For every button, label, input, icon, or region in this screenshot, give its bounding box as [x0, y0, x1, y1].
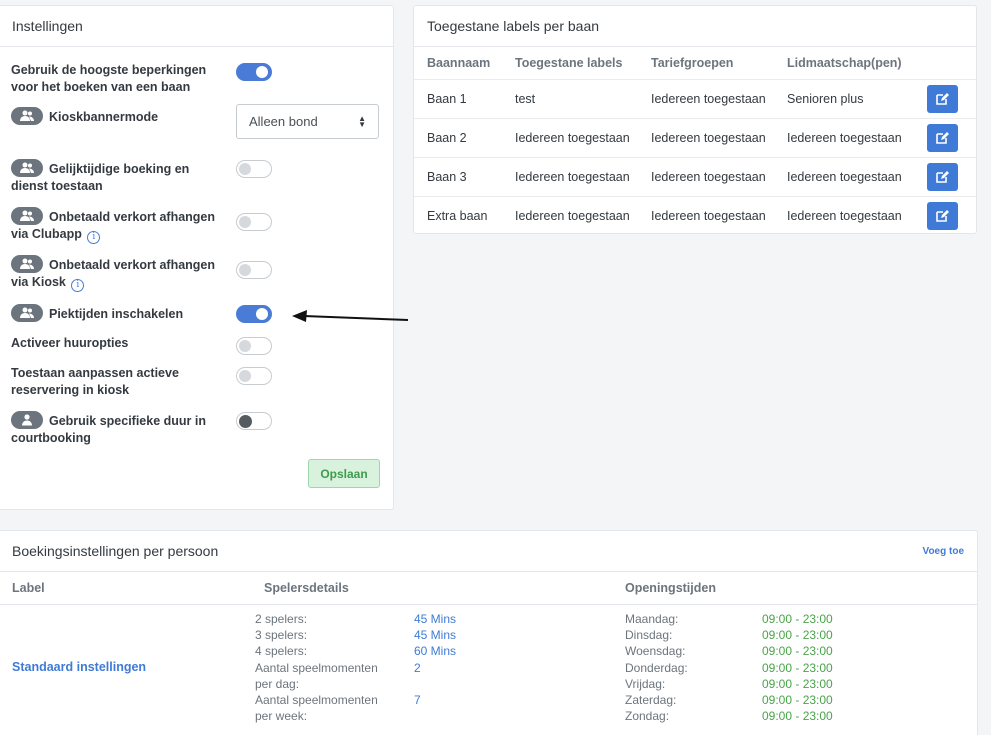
col-header: Openingstijden	[625, 581, 716, 595]
users-icon	[11, 207, 43, 225]
table-cell: Iedereen toegestaan	[638, 156, 774, 196]
table-row: Extra baan Iedereen toegestaan Iedereen …	[414, 195, 976, 235]
col-header: Lidmaatschap(pen)	[787, 55, 902, 70]
bookings-table-header: Label Spelersdetails Openingstijden	[0, 572, 977, 605]
edit-button[interactable]	[927, 84, 958, 113]
col-header: Spelersdetails	[264, 581, 349, 595]
specific-duration-toggle[interactable]	[236, 412, 272, 430]
opening-hours-days: Maandag: Dinsdag: Woensdag: Donderdag: V…	[625, 612, 688, 724]
rental-options-toggle[interactable]	[236, 337, 272, 355]
labels-card: Toegestane labels per baan Baannaam Toeg…	[413, 5, 977, 235]
clubapp-toggle[interactable]	[236, 213, 272, 231]
table-cell: Senioren plus	[774, 78, 914, 118]
users-icon	[11, 159, 43, 177]
simultaneous-booking-toggle[interactable]	[236, 160, 272, 178]
sort-icon: ▲ ▼	[358, 113, 366, 129]
edit-icon	[936, 132, 949, 144]
user-icon	[11, 411, 43, 429]
table-cell: Iedereen toegestaan	[638, 78, 774, 118]
table-cell: Baan 3	[414, 156, 502, 196]
table-cell: Baan 2	[414, 117, 502, 157]
table-cell: Iedereen toegestaan	[774, 195, 914, 235]
bookings-header: Boekingsinstellingen per persoon Voeg to…	[0, 531, 977, 572]
setting-label: Gebruik de hoogste beperkingen voor het …	[11, 63, 207, 94]
table-row: Baan 3 Iedereen toegestaan Iedereen toeg…	[414, 156, 976, 196]
table-cell: Iedereen toegestaan	[502, 195, 638, 235]
save-button[interactable]: Opslaan	[308, 459, 380, 488]
setting-label: Kioskbannermode	[49, 110, 159, 124]
col-header: Toegestane labels	[515, 55, 623, 70]
table-cell: test	[502, 78, 638, 118]
add-link[interactable]: Voeg toe	[923, 546, 964, 557]
settings-card: Instellingen Gebruik de hoogste beperkin…	[0, 5, 394, 510]
bookings-title: Boekingsinstellingen per persoon	[12, 543, 219, 559]
edit-button[interactable]	[927, 123, 958, 152]
setting-label: Toestaan aanpassen actieve reservering i…	[11, 366, 179, 397]
setting-label: Piektijden inschakelen	[49, 307, 184, 321]
edit-icon	[936, 210, 949, 223]
edit-button[interactable]	[927, 201, 958, 230]
table-cell: Iedereen toegestaan	[638, 195, 774, 235]
edit-reservation-toggle[interactable]	[236, 367, 272, 385]
table-cell: Iedereen toegestaan	[774, 156, 914, 196]
users-icon	[11, 107, 43, 125]
table-cell: Baan 1	[414, 78, 502, 118]
labels-title: Toegestane labels per baan	[427, 18, 600, 34]
labels-header: Toegestane labels per baan	[414, 6, 976, 47]
table-header-row: Baannaam Toegestane labels Tariefgroepen…	[414, 47, 976, 79]
edit-icon	[936, 171, 949, 183]
info-icon[interactable]: i	[71, 279, 85, 292]
opening-hours-times: 09:00 - 23:00 09:00 - 23:00 09:00 - 23:0…	[762, 612, 833, 724]
info-icon[interactable]: i	[87, 231, 101, 244]
col-header: Baannaam	[427, 55, 491, 70]
peak-times-toggle[interactable]	[236, 305, 272, 323]
table-cell: Iedereen toegestaan	[502, 117, 638, 157]
settings-header: Instellingen	[0, 6, 393, 47]
table-cell: Iedereen toegestaan	[638, 117, 774, 157]
arrow-annotation	[292, 310, 409, 322]
highest-restrictions-toggle[interactable]	[236, 63, 272, 81]
table-cell: Iedereen toegestaan	[502, 156, 638, 196]
kiosk-toggle[interactable]	[236, 261, 272, 279]
bookings-card: Boekingsinstellingen per persoon Voeg to…	[0, 530, 978, 735]
users-icon	[11, 304, 43, 322]
player-details-values: 45 Mins 45 Mins 60 Mins 2 7	[414, 612, 457, 707]
users-icon	[11, 255, 43, 273]
settings-title: Instellingen	[12, 18, 83, 34]
table-cell: Iedereen toegestaan	[774, 117, 914, 157]
standard-settings-link[interactable]: Standaard instellingen	[12, 660, 146, 674]
labels-table: Baannaam Toegestane labels Tariefgroepen…	[414, 47, 976, 235]
table-row: Baan 2 Iedereen toegestaan Iedereen toeg…	[414, 117, 976, 157]
kioskbanner-select[interactable]: Alleen bond ▲ ▼	[236, 104, 379, 139]
table-cell: Extra baan	[414, 195, 502, 235]
col-header: Label	[12, 581, 45, 595]
edit-button[interactable]	[927, 162, 958, 191]
player-details-keys: 2 spelers: 3 spelers: 4 spelers: Aantal …	[255, 612, 378, 724]
table-row: Baan 1 test Iedereen toegestaan Senioren…	[414, 78, 976, 118]
col-header: Tariefgroepen	[651, 55, 734, 70]
edit-icon	[936, 93, 949, 105]
setting-label: Activeer huuropties	[11, 336, 129, 350]
